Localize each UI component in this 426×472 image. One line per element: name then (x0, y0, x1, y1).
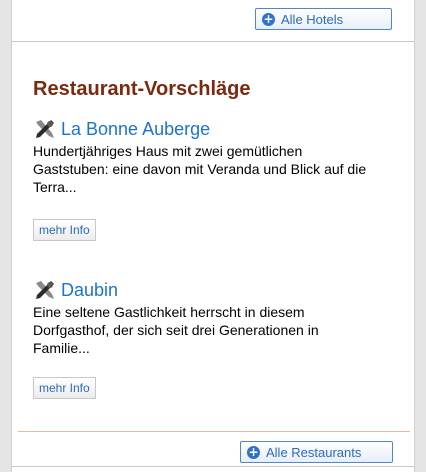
restaurant-name-link[interactable]: Daubin (61, 280, 118, 301)
all-hotels-label: Alle Hotels (281, 11, 344, 27)
more-info-button[interactable]: mehr Info (33, 219, 96, 241)
fork-knife-icon (36, 120, 54, 138)
restaurant-section-title: Restaurant-Vorschläge (33, 78, 251, 100)
restaurant-panel: + Alle Hotels Restaurant-Vorschläge La B… (0, 0, 426, 472)
all-restaurants-label: Alle Restaurants (266, 444, 362, 460)
restaurant-description: Hundertjähriges Haus mit zwei gemütliche… (33, 143, 367, 195)
restaurant-footer-divider (18, 431, 410, 432)
plus-circle-icon: + (247, 444, 260, 459)
bottom-divider (12, 466, 414, 467)
restaurant-name-link[interactable]: La Bonne Auberge (61, 119, 210, 140)
more-info-button[interactable]: mehr Info (33, 377, 96, 399)
section-divider (12, 41, 414, 42)
restaurant-item: Daubin Eine seltene Gastlichkeit herrsch… (33, 278, 373, 357)
fork-knife-icon (36, 281, 54, 299)
left-frame-border (0, 0, 12, 472)
all-restaurants-button[interactable]: + Alle Restaurants (240, 441, 393, 463)
restaurant-item: La Bonne Auberge Hundertjähriges Haus mi… (33, 117, 373, 196)
all-hotels-button[interactable]: + Alle Hotels (255, 8, 392, 30)
plus-circle-icon: + (262, 11, 275, 26)
right-frame-border (414, 0, 426, 472)
restaurant-description: Eine seltene Gastlichkeit herrscht in di… (33, 304, 319, 356)
